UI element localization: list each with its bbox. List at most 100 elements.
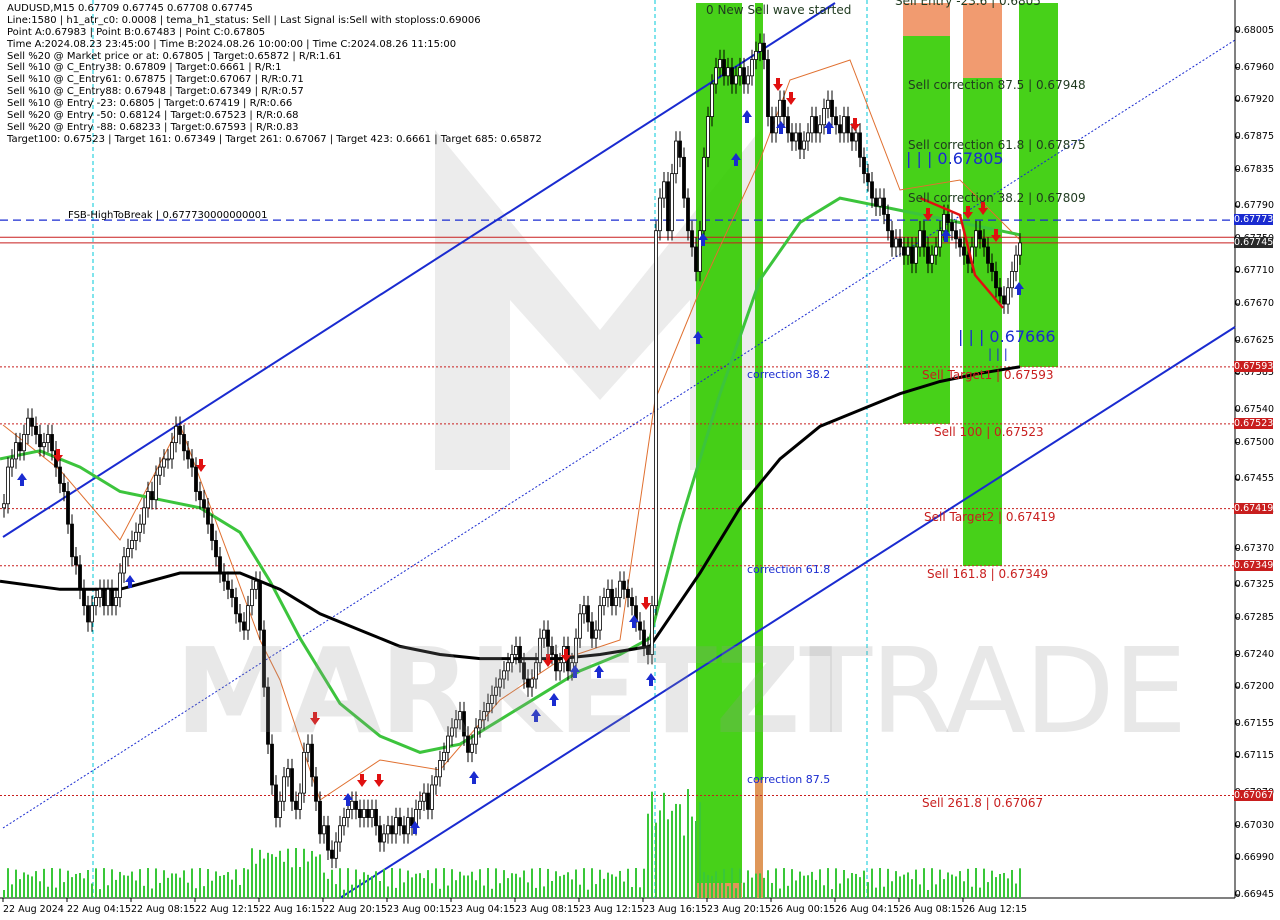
candle-body bbox=[2, 503, 6, 509]
candle-body bbox=[398, 817, 402, 827]
correction-875-label: correction 87.5 bbox=[747, 773, 831, 786]
candle-body bbox=[62, 482, 66, 492]
candle-body bbox=[746, 75, 750, 85]
candle-body bbox=[106, 588, 110, 607]
candle-body bbox=[630, 597, 634, 607]
candle-body bbox=[110, 588, 114, 607]
candle-body bbox=[1018, 242, 1022, 256]
candle-body bbox=[586, 605, 590, 623]
candle-body bbox=[794, 132, 798, 142]
fsb-label: FSB-HighToBreak | 0.677730000000001 bbox=[68, 210, 268, 221]
price-tick-label: 0.67960 bbox=[1234, 61, 1274, 73]
info-line-points: Point A:0.67983 | Point B:0.67483 | Poin… bbox=[7, 26, 266, 38]
candle-body bbox=[718, 59, 722, 69]
candle-body bbox=[982, 238, 986, 248]
candle-body bbox=[86, 605, 90, 623]
candle-body bbox=[710, 83, 714, 117]
candle-body bbox=[914, 246, 918, 264]
candle-body bbox=[342, 817, 346, 827]
correction-382-label: correction 38.2 bbox=[747, 368, 831, 381]
candle-body bbox=[230, 588, 234, 598]
candle-body bbox=[1006, 287, 1010, 305]
candle-body bbox=[778, 99, 782, 117]
price-tick-label: 0.67030 bbox=[1234, 819, 1274, 831]
candle-body bbox=[662, 181, 666, 199]
price-tick-label: 0.67875 bbox=[1234, 130, 1274, 142]
candle-body bbox=[238, 613, 242, 623]
candle-body bbox=[734, 75, 738, 85]
candle-body bbox=[626, 588, 630, 598]
sell-target1-label: Sell Target1 | 0.67593 bbox=[922, 368, 1054, 382]
zone-6 bbox=[963, 3, 1002, 78]
price-tick-label: 0.67115 bbox=[1234, 750, 1274, 762]
candle-body bbox=[146, 491, 150, 509]
time-tick-label: 23 Aug 16:15 bbox=[643, 904, 708, 915]
candle-body bbox=[134, 531, 138, 541]
price-tick-label: 0.67155 bbox=[1234, 717, 1274, 729]
candle-body bbox=[614, 597, 618, 607]
candle-body bbox=[178, 425, 182, 435]
info-line-sell-e88: Sell %20 @ Entry -88: 0.68233 | Target:0… bbox=[7, 121, 299, 133]
candle-body bbox=[250, 588, 254, 607]
candle-body bbox=[58, 466, 62, 484]
candle-body bbox=[114, 597, 118, 607]
info-line-sell-c88: Sell %10 @ C_Entry88: 0.67948 | Target:0… bbox=[7, 86, 304, 98]
candle-body bbox=[434, 776, 438, 786]
candle-body bbox=[42, 442, 46, 448]
candle-body bbox=[758, 42, 762, 52]
candle-body bbox=[890, 230, 894, 248]
candle-body bbox=[390, 825, 394, 835]
point-b-label: | | | 0.67666 bbox=[958, 327, 1056, 346]
candle-body bbox=[658, 197, 662, 232]
time-tick-label: 26 Aug 04:15 bbox=[835, 904, 900, 915]
candle-body bbox=[738, 67, 742, 77]
candle-body bbox=[810, 116, 814, 134]
price-axis-box: 0.67067 bbox=[1234, 789, 1274, 801]
candle-body bbox=[26, 417, 30, 435]
candle-body bbox=[678, 140, 682, 158]
candle-body bbox=[862, 156, 866, 175]
candle-body bbox=[194, 466, 198, 492]
candle-body bbox=[682, 156, 686, 199]
candle-body bbox=[942, 213, 946, 232]
candle-body bbox=[702, 156, 706, 232]
candle-body bbox=[954, 230, 958, 240]
candle-body bbox=[902, 246, 906, 256]
candle-body bbox=[926, 246, 930, 264]
candle-body bbox=[854, 132, 858, 142]
price-tick-label: 0.67455 bbox=[1234, 473, 1274, 485]
candle-body bbox=[438, 760, 442, 778]
candle-body bbox=[222, 572, 226, 582]
candle-body bbox=[214, 540, 218, 558]
candle-body bbox=[806, 132, 810, 142]
candle-body bbox=[254, 580, 258, 590]
candle-body bbox=[98, 588, 102, 598]
candle-body bbox=[70, 523, 74, 558]
price-tick-label: 0.66945 bbox=[1234, 889, 1274, 900]
candle-body bbox=[130, 540, 134, 549]
candle-body bbox=[162, 458, 166, 468]
candle-body bbox=[366, 809, 370, 818]
candle-body bbox=[346, 809, 350, 818]
info-line-status: Line:1580 | h1_atr_c0: 0.0008 | tema_h1_… bbox=[7, 14, 481, 26]
candle-body bbox=[210, 523, 214, 541]
price-axis-box: 0.67745 bbox=[1234, 236, 1274, 248]
candle-body bbox=[930, 254, 934, 264]
candle-body bbox=[938, 230, 942, 248]
candle-body bbox=[94, 597, 98, 607]
sell-2618-label: Sell 261.8 | 0.67067 bbox=[922, 796, 1044, 810]
candle-body bbox=[426, 792, 430, 810]
candle-body bbox=[218, 556, 222, 574]
candle-body bbox=[830, 99, 834, 117]
sell-100-label: Sell 100 | 0.67523 bbox=[934, 425, 1044, 439]
candle-body bbox=[798, 132, 802, 150]
candle-body bbox=[278, 800, 282, 818]
price-tick-label: 0.67325 bbox=[1234, 579, 1274, 591]
candle-body bbox=[730, 67, 734, 85]
candle-body bbox=[34, 425, 38, 435]
candle-body bbox=[298, 792, 302, 810]
price-tick-label: 0.67240 bbox=[1234, 648, 1274, 660]
zone-4 bbox=[1019, 3, 1058, 367]
candle-body bbox=[378, 825, 382, 843]
candle-body bbox=[1002, 295, 1006, 305]
